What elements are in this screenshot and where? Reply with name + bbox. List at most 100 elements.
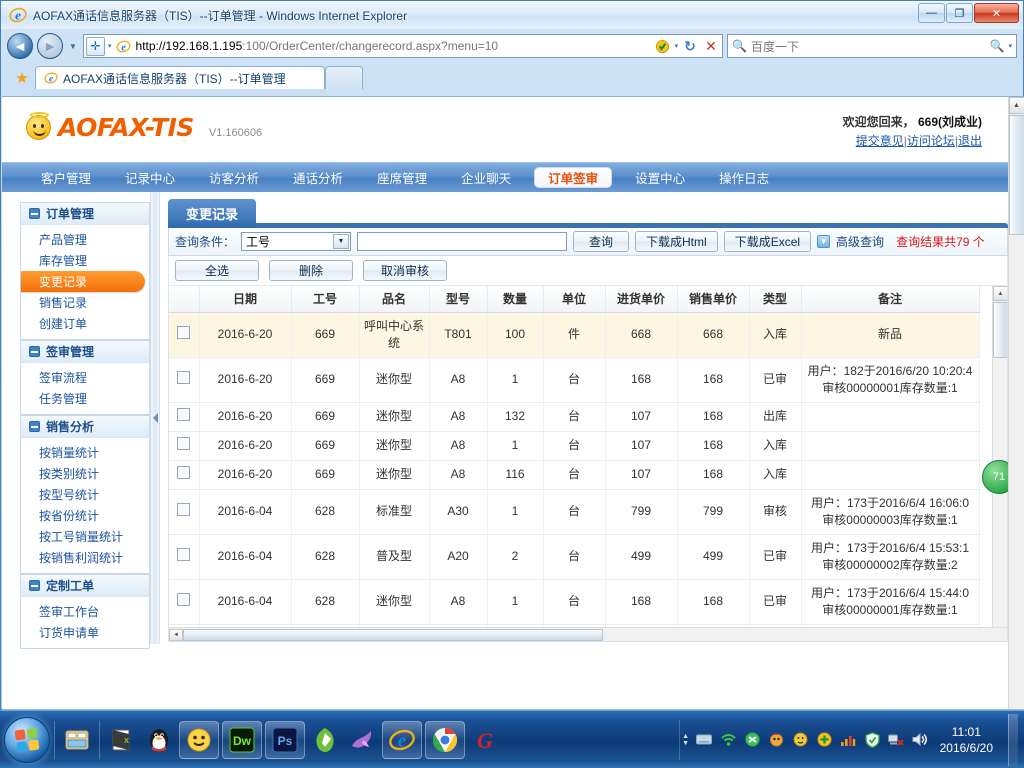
row-checkbox[interactable] bbox=[169, 460, 199, 489]
grid-horizontal-scrollbar[interactable]: ◄ bbox=[169, 627, 1007, 641]
row-checkbox[interactable] bbox=[177, 326, 190, 339]
column-header-product-name[interactable]: 品名 bbox=[359, 286, 429, 312]
table-row[interactable]: 2016-6-20669迷你型A8116台107168入库 bbox=[169, 460, 979, 489]
show-desktop-button[interactable] bbox=[1008, 714, 1018, 766]
table-row[interactable]: 2016-6-20669呼叫中心系统T801100件668668入库新品 bbox=[169, 312, 979, 357]
row-checkbox[interactable] bbox=[169, 357, 199, 402]
favorites-star-icon[interactable]: ★ bbox=[9, 67, 35, 89]
taskbar-clock[interactable]: 11:01 2016/6/20 bbox=[936, 724, 1001, 756]
network-meter-icon[interactable] bbox=[840, 731, 857, 748]
photoshop-icon[interactable]: Ps bbox=[265, 721, 305, 759]
row-checkbox[interactable] bbox=[169, 431, 199, 460]
table-row[interactable]: 2016-6-04628普及型A202台499499已审用户：173于2016/… bbox=[169, 534, 979, 579]
tab-change-records[interactable]: 变更记录 bbox=[168, 199, 256, 228]
collapse-minus-icon[interactable] bbox=[29, 580, 40, 591]
advanced-search-label[interactable]: 高级查询 bbox=[836, 233, 884, 250]
sidebar-item-product-management[interactable]: 产品管理 bbox=[21, 229, 149, 250]
table-row[interactable]: 2016-6-04628标准型A301台799799审核用户：173于2016/… bbox=[169, 489, 979, 534]
xunlei-icon[interactable] bbox=[744, 731, 761, 748]
row-checkbox[interactable] bbox=[177, 548, 190, 561]
search-provider-caret-icon[interactable]: ▾ bbox=[674, 42, 678, 50]
refresh-icon[interactable]: ↻ bbox=[681, 37, 699, 55]
nav-item-enterprise-chat[interactable]: 企业聊天 bbox=[444, 163, 528, 193]
address-url[interactable]: http://192.168.1.195:100/OrderCenter/cha… bbox=[136, 39, 651, 53]
table-row[interactable]: 2016-6-20669迷你型A8132台107168出库 bbox=[169, 402, 979, 431]
internet-explorer-icon[interactable]: e bbox=[382, 721, 422, 759]
maximize-button[interactable]: ❐ bbox=[946, 3, 973, 23]
column-header-purchase-price[interactable]: 进货单价 bbox=[605, 286, 677, 312]
sidebar-item-audit-workbench[interactable]: 签审工作台 bbox=[21, 601, 149, 622]
sidebar-item-create-order[interactable]: 创建订单 bbox=[21, 313, 149, 334]
keyboard-icon[interactable] bbox=[696, 731, 713, 748]
sidebar-item-order-request-form[interactable]: 订货申请单 bbox=[21, 622, 149, 643]
row-checkbox[interactable] bbox=[169, 534, 199, 579]
sidebar-item-stat-by-category[interactable]: 按类别统计 bbox=[21, 463, 149, 484]
sidebar-item-audit-flow[interactable]: 签审流程 bbox=[21, 367, 149, 388]
sidebar-splitter[interactable] bbox=[150, 192, 160, 644]
row-checkbox[interactable] bbox=[169, 579, 199, 624]
plus-circle-icon[interactable] bbox=[816, 731, 833, 748]
sogou-input-icon[interactable] bbox=[768, 731, 785, 748]
foxit-pdf-icon[interactable]: x bbox=[105, 721, 139, 759]
sidebar-item-task-management[interactable]: 任务管理 bbox=[21, 388, 149, 409]
nav-item-order-audit[interactable]: 订单签审 bbox=[534, 167, 612, 188]
row-checkbox[interactable] bbox=[177, 466, 190, 479]
column-header-remark[interactable]: 备注 bbox=[801, 286, 979, 312]
column-header-date[interactable]: 日期 bbox=[199, 286, 291, 312]
link-logout[interactable]: 退出 bbox=[958, 134, 982, 148]
query-input[interactable] bbox=[357, 232, 567, 251]
sidebar-item-stat-by-profit[interactable]: 按销售利润统计 bbox=[21, 547, 149, 568]
table-row[interactable]: 2016-6-20669迷你型A81台168168已审用户：182于2016/6… bbox=[169, 357, 979, 402]
advanced-search-icon[interactable]: ▼ bbox=[817, 235, 830, 248]
link-forum[interactable]: 访问论坛 bbox=[907, 134, 955, 148]
wifi-icon[interactable] bbox=[720, 731, 737, 748]
select-all-button[interactable]: 全选 bbox=[175, 260, 259, 281]
row-checkbox[interactable] bbox=[177, 408, 190, 421]
minimize-button[interactable]: — bbox=[918, 3, 945, 23]
row-checkbox[interactable] bbox=[177, 371, 190, 384]
nav-item-records[interactable]: 记录中心 bbox=[108, 163, 192, 193]
volume-icon[interactable] bbox=[912, 731, 929, 748]
column-header-employee-id[interactable]: 工号 bbox=[291, 286, 359, 312]
cancel-audit-button[interactable]: 取消审核 bbox=[363, 260, 447, 281]
security-shield-icon[interactable] bbox=[864, 731, 881, 748]
compatibility-caret-icon[interactable]: ▾ bbox=[108, 42, 112, 50]
table-row[interactable]: 2016-6-20669迷你型A81台107168入库 bbox=[169, 431, 979, 460]
nav-item-settings[interactable]: 设置中心 bbox=[618, 163, 702, 193]
back-button[interactable]: ◄ bbox=[7, 33, 33, 59]
link-feedback[interactable]: 提交意见 bbox=[856, 134, 904, 148]
sidebar-item-stat-by-sales-volume[interactable]: 按销量统计 bbox=[21, 442, 149, 463]
start-button[interactable] bbox=[4, 717, 50, 763]
row-checkbox[interactable] bbox=[169, 402, 199, 431]
dreamweaver-icon[interactable]: Dw bbox=[222, 721, 262, 759]
column-header-type[interactable]: 类型 bbox=[749, 286, 801, 312]
qq-icon[interactable] bbox=[142, 721, 176, 759]
explorer-folder-icon[interactable] bbox=[60, 721, 94, 759]
youdao-note-icon[interactable] bbox=[308, 721, 342, 759]
grid-vertical-scrollbar[interactable]: ▲ bbox=[992, 286, 1007, 628]
chevron-down-icon[interactable]: ▼ bbox=[333, 234, 349, 249]
download-excel-button[interactable]: 下载成Excel bbox=[724, 231, 811, 252]
sidebar-item-change-records[interactable]: 变更记录 bbox=[21, 271, 145, 292]
collapse-minus-icon[interactable] bbox=[29, 421, 40, 432]
sidebar-item-sales-records[interactable]: 销售记录 bbox=[21, 292, 149, 313]
search-button[interactable]: 查询 bbox=[573, 231, 629, 252]
page-scroll-up-icon[interactable]: ▲ bbox=[1009, 97, 1024, 114]
column-header-sale-price[interactable]: 销售单价 bbox=[677, 286, 749, 312]
row-checkbox[interactable] bbox=[169, 489, 199, 534]
network-error-icon[interactable] bbox=[888, 731, 905, 748]
table-row[interactable]: 2016-6-04628迷你型A81台168168已审用户：173于2016/6… bbox=[169, 579, 979, 624]
close-button[interactable]: ✕ bbox=[974, 3, 1019, 23]
collapse-minus-icon[interactable] bbox=[29, 208, 40, 219]
compatibility-view-icon[interactable]: ✛ bbox=[86, 37, 105, 56]
page-scroll-thumb[interactable] bbox=[1009, 115, 1024, 235]
chrome-icon[interactable] bbox=[425, 721, 465, 759]
browser-tab-active[interactable]: e AOFAX通话信息服务器（TIS）--订单管理 bbox=[35, 66, 325, 89]
qq-tray-icon[interactable] bbox=[792, 731, 809, 748]
sidebar-group-header-order-management[interactable]: 订单管理 bbox=[20, 202, 150, 225]
floating-count-badge[interactable]: 71 bbox=[982, 460, 1008, 494]
nav-item-customer[interactable]: 客户管理 bbox=[24, 163, 108, 193]
sidebar-item-inventory-management[interactable]: 库存管理 bbox=[21, 250, 149, 271]
sidebar-group-header-sales-analysis[interactable]: 销售分析 bbox=[20, 415, 150, 438]
grid-vertical-scroll-thumb[interactable] bbox=[993, 302, 1008, 358]
